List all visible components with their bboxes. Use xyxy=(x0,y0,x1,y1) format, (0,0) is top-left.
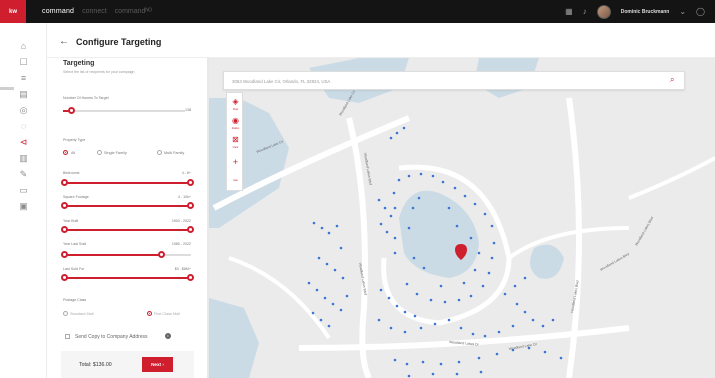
calendar-icon[interactable]: ▭ xyxy=(18,185,29,196)
top-navigation-bar: kw command connect commandᴺᴼ ▦ ♪ Dominic… xyxy=(0,0,715,23)
square-footage-track xyxy=(63,205,191,207)
page-title: Configure Targeting xyxy=(76,37,162,47)
year-last-sold-min-handle[interactable] xyxy=(61,251,68,258)
homes-count-label: Number Of Homes To Target xyxy=(63,96,109,100)
next-button[interactable]: Next › xyxy=(142,357,173,372)
year-last-sold-label: Year Last Sold xyxy=(63,242,87,246)
targeting-panel: Targeting Select the list of recipients … xyxy=(47,58,207,378)
property-multi-radio[interactable] xyxy=(157,150,162,155)
year-built-track xyxy=(63,229,191,231)
address-search-input[interactable]: 3063 Woodland Lake Cir, Orlando, FL 3282… xyxy=(232,79,330,84)
marketing-icon[interactable]: ⊲ xyxy=(18,137,29,148)
grid-icon[interactable]: ▦ xyxy=(565,7,573,16)
nav-connect[interactable]: connect xyxy=(82,8,107,15)
bedrooms-min-handle[interactable] xyxy=(61,179,68,186)
postage-class-label: Postage Class xyxy=(63,298,87,302)
back-arrow-icon[interactable]: ← xyxy=(59,37,69,47)
year-built-max-handle[interactable] xyxy=(187,226,194,233)
year-last-sold-track xyxy=(63,254,161,256)
edit-icon[interactable]: ✎ xyxy=(18,169,29,180)
year-last-sold-track-rest xyxy=(161,254,191,256)
page-header: ← Configure Targeting xyxy=(47,23,715,58)
property-all-radio[interactable] xyxy=(63,150,68,155)
nav-command[interactable]: command xyxy=(42,8,74,15)
panel-title: Targeting xyxy=(63,60,95,67)
info-icon[interactable]: i xyxy=(165,333,171,339)
year-last-sold-max-handle[interactable] xyxy=(158,251,165,258)
send-copy-text: Send Copy to Company Address xyxy=(75,334,148,340)
left-rail: ⌂ ☐ ≡ ▤ ◎ ◌ ⊲ ▥ ✎ ▭ ▣ xyxy=(0,23,47,378)
user-name[interactable]: Dominic Bruckmann xyxy=(621,9,670,15)
campaigns-icon[interactable]: ◌ xyxy=(18,121,29,132)
bell-icon[interactable]: ♪ xyxy=(583,7,587,16)
square-footage-label: Square Footage xyxy=(63,195,89,199)
top-right-controls: ▦ ♪ Dominic Bruckmann ⌄ ◯ xyxy=(565,0,705,23)
postage-standard-radio[interactable] xyxy=(63,311,68,316)
avatar[interactable] xyxy=(596,4,611,19)
rail-active-tab xyxy=(0,87,14,90)
last-sold-for-track xyxy=(63,277,191,279)
property-all-text: All xyxy=(71,151,76,155)
square-footage-max-handle[interactable] xyxy=(187,202,194,209)
documents-icon[interactable]: ▤ xyxy=(18,89,29,100)
bedrooms-track xyxy=(63,182,191,184)
nav-command-plus[interactable]: commandᴺᴼ xyxy=(115,8,152,15)
last-sold-for-min-handle[interactable] xyxy=(61,274,68,281)
last-sold-for-max-handle[interactable] xyxy=(187,274,194,281)
radius-tool-label: Radius xyxy=(231,127,240,130)
clear-icon[interactable]: ⊠ xyxy=(230,134,241,145)
bedrooms-value: 4 - 8+ xyxy=(181,171,191,175)
chevron-down-icon[interactable]: ⌄ xyxy=(679,7,686,16)
clear-tool-label: Clear xyxy=(232,146,239,149)
files-icon[interactable]: ▣ xyxy=(18,201,29,212)
bedrooms-max-handle[interactable] xyxy=(187,179,194,186)
postage-first-class-text: First Class Mail xyxy=(154,312,180,316)
year-built-label: Year Built xyxy=(63,219,79,223)
last-sold-for-value: $0 - $8M+ xyxy=(174,267,191,271)
help-icon[interactable]: ◯ xyxy=(696,7,705,16)
checkout-bar: Total: $136.00 Next › xyxy=(61,351,194,378)
listings-icon[interactable]: ≡ xyxy=(18,73,29,84)
postage-standard-text: Standard Mail xyxy=(70,312,94,316)
home-icon[interactable]: ⌂ xyxy=(18,41,29,52)
year-built-min-handle[interactable] xyxy=(61,226,68,233)
map-view[interactable]: Woodland Lake Cir Woodland Lake Cir Wood… xyxy=(209,58,715,378)
total-price: Total: $136.00 xyxy=(79,362,112,368)
zoom-out-button[interactable]: − xyxy=(230,175,241,186)
property-multi-text: Multi Family xyxy=(164,151,185,155)
property-single-radio[interactable] xyxy=(97,150,102,155)
homes-count-handle[interactable] xyxy=(68,107,75,114)
contacts-icon[interactable]: ☐ xyxy=(18,57,29,68)
square-footage-min-handle[interactable] xyxy=(61,202,68,209)
polygon-draw-icon[interactable]: ◈ xyxy=(230,96,241,107)
zoom-in-button[interactable]: + xyxy=(230,157,241,168)
property-type-label: Property Type xyxy=(63,138,86,142)
homes-count-value: 138 xyxy=(185,108,191,112)
reports-icon[interactable]: ▥ xyxy=(18,153,29,164)
last-sold-for-label: Last Sold For xyxy=(63,267,85,271)
postage-first-class-radio[interactable] xyxy=(147,311,152,316)
map-canvas[interactable]: Woodland Lake Cir Woodland Lake Cir Wood… xyxy=(209,58,715,378)
year-built-value: 1900 - 2022 xyxy=(171,219,191,223)
property-single-text: Single Family xyxy=(104,151,127,155)
square-footage-value: 4 - 10k+ xyxy=(177,195,191,199)
kw-logo[interactable]: kw xyxy=(0,0,26,23)
year-last-sold-value: 1985 - 2022 xyxy=(171,242,191,246)
bedrooms-label: Bedrooms xyxy=(63,171,80,175)
draw-tool-label: Draw xyxy=(232,108,239,111)
search-icon[interactable]: ⌕ xyxy=(670,76,678,84)
map-tools: ◈ Draw ◉ Radius ⊠ Clear + − xyxy=(226,92,243,191)
panel-subtitle: Select the list of recipients for your c… xyxy=(63,70,135,74)
radius-icon[interactable]: ◉ xyxy=(230,115,241,126)
address-search-bar[interactable]: 3063 Woodland Lake Cir, Orlando, FL 3282… xyxy=(223,71,685,90)
location-icon[interactable]: ◎ xyxy=(18,105,29,116)
send-copy-checkbox[interactable] xyxy=(65,334,70,339)
